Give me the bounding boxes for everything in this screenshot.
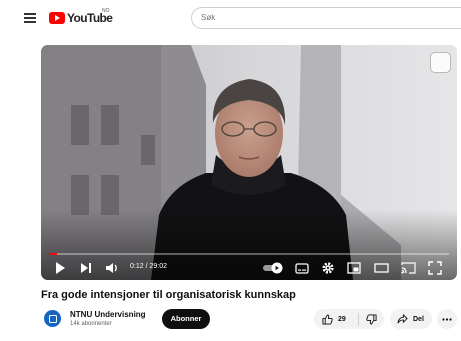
- share-button[interactable]: Del: [390, 309, 432, 329]
- play-icon[interactable]: [53, 261, 67, 275]
- like-button[interactable]: 29: [314, 309, 358, 329]
- theater-mode-icon[interactable]: [374, 261, 389, 275]
- youtube-play-icon: [49, 12, 65, 24]
- search-box[interactable]: [191, 7, 461, 29]
- dislike-button[interactable]: [359, 309, 384, 329]
- share-arrow-icon: [397, 314, 408, 324]
- miniplayer-toggle-button[interactable]: [430, 52, 451, 73]
- hamburger-menu-icon[interactable]: [24, 13, 36, 23]
- miniplayer-icon[interactable]: [347, 261, 361, 275]
- next-icon[interactable]: [79, 261, 93, 275]
- video-player[interactable]: 0:12 / 29:02: [41, 45, 457, 280]
- settings-gear-icon[interactable]: [321, 261, 335, 275]
- more-actions-button[interactable]: [437, 309, 457, 329]
- progress-bar-fill: [49, 253, 57, 255]
- region-code: NO: [102, 8, 110, 14]
- search-input[interactable]: [201, 13, 401, 22]
- subscribe-button[interactable]: Abonner: [162, 309, 210, 329]
- subscriber-count: 14k abonnenter: [70, 321, 112, 327]
- cast-icon[interactable]: [401, 261, 416, 275]
- autoplay-toggle-icon[interactable]: [262, 261, 284, 275]
- time-display: 0:12 / 29:02: [130, 263, 167, 270]
- fullscreen-icon[interactable]: [428, 261, 442, 275]
- channel-name[interactable]: NTNU Undervisning: [70, 310, 146, 319]
- player-controls: 0:12 / 29:02: [41, 256, 457, 280]
- share-label: Del: [413, 315, 424, 323]
- thumbs-up-icon: [322, 313, 333, 325]
- thumbs-down-icon: [366, 313, 377, 325]
- like-count: 29: [338, 315, 346, 323]
- video-frame: [41, 45, 457, 280]
- channel-avatar[interactable]: [44, 310, 61, 327]
- subtitles-icon[interactable]: [295, 261, 309, 275]
- top-bar: YouTube NO: [0, 0, 461, 36]
- volume-icon[interactable]: [105, 261, 119, 275]
- more-horizontal-icon: [442, 317, 452, 321]
- progress-bar[interactable]: [49, 253, 449, 255]
- video-title: Fra gode intensjoner til organisatorisk …: [41, 289, 296, 301]
- like-dislike-group: 29: [314, 309, 384, 329]
